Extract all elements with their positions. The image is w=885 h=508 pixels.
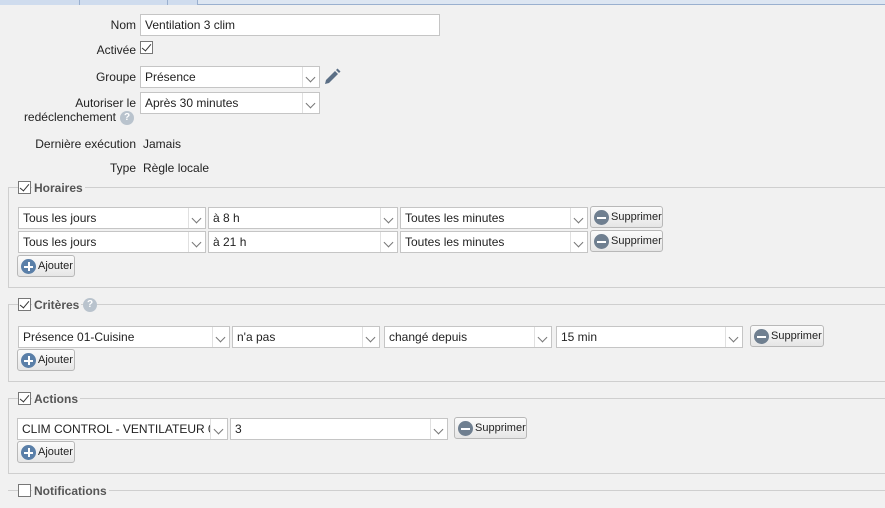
horaires-hour-select[interactable]: à 8 h <box>208 207 398 229</box>
actions-top-border <box>8 398 885 399</box>
retrigger-label-line2: redéclenchement <box>23 110 116 124</box>
group-label: Groupe <box>95 70 136 84</box>
horaires-add-label: Ajouter <box>38 260 73 272</box>
plus-circle-icon <box>21 445 36 460</box>
help-icon[interactable]: ? <box>83 298 97 312</box>
criteres-delete-button[interactable]: Supprimer <box>750 325 824 347</box>
minus-circle-icon <box>458 421 473 436</box>
notifications-top-border <box>8 490 885 491</box>
chevron-down-icon[interactable] <box>210 419 227 439</box>
actions-checkbox[interactable] <box>18 392 31 405</box>
plus-circle-icon <box>21 353 36 368</box>
criteres-condition-select[interactable]: n'a pas <box>232 326 380 348</box>
criteres-condition-value: n'a pas <box>237 330 276 344</box>
last-exec-label: Dernière exécution <box>35 137 136 151</box>
horaires-add-button[interactable]: Ajouter <box>17 255 75 277</box>
horaires-hour-value: à 8 h <box>213 211 240 225</box>
chevron-down-icon[interactable] <box>570 208 587 228</box>
horaires-delete-label: Supprimer <box>611 211 662 223</box>
last-exec-value: Jamais <box>143 137 182 151</box>
type-value: Règle locale <box>143 161 210 175</box>
chevron-down-icon[interactable] <box>725 327 742 347</box>
horaires-minutes-select[interactable]: Toutes les minutes <box>400 207 588 229</box>
horaires-minutes-value: Toutes les minutes <box>405 235 505 249</box>
criteres-add-label: Ajouter <box>38 354 73 366</box>
criteres-checkbox[interactable] <box>18 298 31 311</box>
criteres-add-button[interactable]: Ajouter <box>17 349 75 371</box>
criteres-device-select[interactable]: Présence 01-Cuisine <box>18 326 230 348</box>
plus-circle-icon <box>21 259 36 274</box>
chevron-down-icon[interactable] <box>188 232 205 252</box>
minus-circle-icon <box>594 234 609 249</box>
chevron-down-icon[interactable] <box>430 419 447 439</box>
chevron-down-icon[interactable] <box>302 93 319 113</box>
horaires-minutes-select[interactable]: Toutes les minutes <box>400 231 588 253</box>
criteres-device-value: Présence 01-Cuisine <box>23 330 135 344</box>
group-select-value: Présence <box>145 70 196 84</box>
tab-2[interactable] <box>80 0 168 5</box>
chevron-down-icon[interactable] <box>362 327 379 347</box>
horaires-days-value: Tous les jours <box>23 235 97 249</box>
horaires-minutes-value: Toutes les minutes <box>405 211 505 225</box>
horaires-top-border <box>8 187 885 188</box>
criteres-duration-value: 15 min <box>561 330 598 344</box>
horaires-delete-button[interactable]: Supprimer <box>590 230 663 252</box>
notifications-title: Notifications <box>32 484 109 498</box>
actions-device-value: CLIM CONTROL - VENTILATEUR 0 <box>22 422 215 436</box>
chevron-down-icon[interactable] <box>212 327 229 347</box>
actions-add-button[interactable]: Ajouter <box>17 441 75 463</box>
chevron-down-icon[interactable] <box>380 232 397 252</box>
actions-delete-label: Supprimer <box>475 422 526 434</box>
actions-device-select[interactable]: CLIM CONTROL - VENTILATEUR 0 <box>17 418 228 440</box>
horaires-checkbox[interactable] <box>18 181 31 194</box>
minus-circle-icon <box>754 329 769 344</box>
actions-delete-button[interactable]: Supprimer <box>454 417 527 439</box>
minus-circle-icon <box>594 210 609 225</box>
chevron-down-icon[interactable] <box>380 208 397 228</box>
actions-value-select[interactable]: 3 <box>230 418 448 440</box>
horaires-hour-select[interactable]: à 21 h <box>208 231 398 253</box>
chevron-down-icon[interactable] <box>570 232 587 252</box>
tab-strip <box>0 0 885 5</box>
horaires-days-select[interactable]: Tous les jours <box>18 207 206 229</box>
chevron-down-icon[interactable] <box>302 67 319 87</box>
active-label: Activée <box>96 43 136 57</box>
chevron-down-icon[interactable] <box>534 327 551 347</box>
retrigger-label-line1: Autoriser le <box>75 96 136 110</box>
criteres-event-value: changé depuis <box>389 330 468 344</box>
horaires-delete-label: Supprimer <box>611 235 662 247</box>
actions-title: Actions <box>32 392 81 406</box>
retrigger-select-value: Après 30 minutes <box>145 96 239 110</box>
criteres-event-select[interactable]: changé depuis <box>384 326 552 348</box>
edit-pencil-icon[interactable] <box>322 67 342 87</box>
criteres-title: Critères <box>32 298 82 312</box>
tab-3[interactable] <box>168 0 198 5</box>
notifications-checkbox[interactable] <box>18 484 31 497</box>
actions-value-value: 3 <box>235 422 242 436</box>
tab-1[interactable] <box>0 0 80 5</box>
horaires-days-select[interactable]: Tous les jours <box>18 231 206 253</box>
horaires-title: Horaires <box>32 181 85 195</box>
criteres-duration-select[interactable]: 15 min <box>556 326 743 348</box>
retrigger-select[interactable]: Après 30 minutes <box>140 92 320 114</box>
actions-add-label: Ajouter <box>38 446 73 458</box>
active-checkbox[interactable] <box>140 41 153 54</box>
criteres-top-border <box>8 304 885 305</box>
group-select[interactable]: Présence <box>140 66 320 88</box>
horaires-days-value: Tous les jours <box>23 211 97 225</box>
chevron-down-icon[interactable] <box>188 208 205 228</box>
help-icon[interactable]: ? <box>120 111 134 125</box>
criteres-delete-label: Supprimer <box>771 330 822 342</box>
name-input[interactable]: Ventilation 3 clim <box>140 14 440 36</box>
horaires-delete-button[interactable]: Supprimer <box>590 206 663 228</box>
name-label: Nom <box>110 18 136 32</box>
type-label: Type <box>109 161 136 175</box>
horaires-hour-value: à 21 h <box>213 235 247 249</box>
